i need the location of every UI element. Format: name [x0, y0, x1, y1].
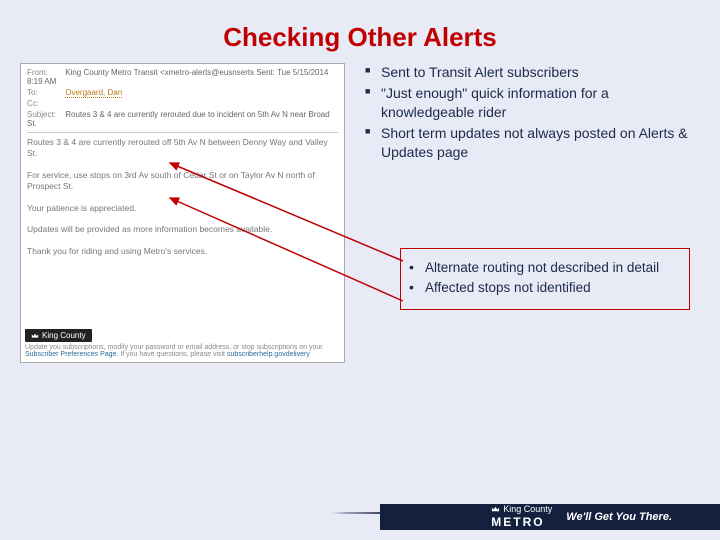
footer-text-a: Update you subscriptions, modify your pa…: [25, 344, 323, 351]
email-p1: Routes 3 & 4 are currently rerouted off …: [27, 137, 338, 160]
main-bullet-list: Sent to Transit Alert subscribers "Just …: [365, 63, 695, 163]
metro-word: METRO: [491, 515, 552, 529]
tagline: We'll Get You There.: [566, 511, 672, 523]
from-label: From:: [27, 68, 63, 77]
email-body: Routes 3 & 4 are currently rerouted off …: [27, 137, 338, 257]
subject-label: Subject:: [27, 110, 63, 119]
callout-box: Alternate routing not described in detai…: [400, 248, 690, 310]
email-p4: Updates will be provided as more informa…: [27, 224, 338, 235]
footer-link2: subscriberhelp.govdelivery: [227, 351, 310, 358]
cc-label: Cc:: [27, 99, 63, 108]
sub-bullet-list: Alternate routing not described in detai…: [407, 259, 679, 297]
email-p3: Your patience is appreciated.: [27, 203, 338, 214]
metro-logo-block: King County METRO We'll Get You There.: [491, 505, 672, 529]
main-bullet-1: Sent to Transit Alert subscribers: [365, 63, 695, 82]
page-number: 14: [699, 512, 712, 526]
kc-metro-stack: King County METRO: [491, 505, 552, 529]
slide-title: Checking Other Alerts: [0, 0, 720, 63]
footer-link: Subscriber Preferences Page: [25, 351, 116, 358]
email-subject-row: Subject: Routes 3 & 4 are currently rero…: [27, 110, 338, 128]
sub-bullet-2: Affected stops not identified: [407, 279, 679, 297]
to-value: Overgaard, Dan: [65, 88, 122, 98]
footer-text-b: . If you have questions, please visit: [116, 351, 227, 358]
sub-bullet-1: Alternate routing not described in detai…: [407, 259, 679, 277]
email-screenshot: From: King County Metro Transit <xmetro-…: [20, 63, 345, 363]
email-cc-row: Cc:: [27, 99, 338, 108]
email-p2: For service, use stops on 3rd Av south o…: [27, 170, 338, 193]
to-label: To:: [27, 88, 63, 97]
email-from-row: From: King County Metro Transit <xmetro-…: [27, 68, 338, 86]
email-p5: Thank you for riding and using Metro's s…: [27, 246, 338, 257]
from-value: King County Metro Transit <xmetro-alerts…: [27, 68, 328, 86]
subject-value: Routes 3 & 4 are currently rerouted due …: [27, 110, 330, 128]
king-county-badge: King County: [25, 329, 92, 342]
slide-content: From: King County Metro Transit <xmetro-…: [0, 63, 720, 493]
slide-footer: King County METRO We'll Get You There.: [0, 504, 720, 530]
crown-icon: [31, 332, 39, 340]
main-bullet-2: "Just enough" quick information for a kn…: [365, 84, 695, 122]
email-footer: King County Update you subscriptions, mo…: [25, 329, 340, 358]
king-county-small: King County: [491, 505, 552, 514]
email-to-row: To: Overgaard, Dan: [27, 88, 338, 97]
email-divider: [27, 132, 338, 133]
main-bullet-3: Short term updates not always posted on …: [365, 124, 695, 162]
crown-icon: [491, 505, 500, 514]
